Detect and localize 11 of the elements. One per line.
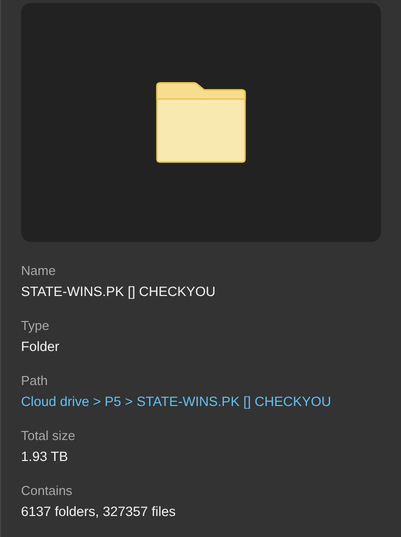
folder-icon <box>156 82 246 163</box>
property-label: Name <box>21 262 57 279</box>
property-label: Contains <box>21 482 74 499</box>
property-value: Folder <box>21 338 60 356</box>
property-value: STATE-WINS.PK [] CHECKYOU <box>21 283 217 301</box>
path-link[interactable]: Cloud drive > P5 > STATE-WINS.PK [] CHECKYOU <box>21 393 381 411</box>
property-label: Type <box>21 317 50 334</box>
property-value: 6137 folders, 327357 files <box>21 503 177 521</box>
property-value: 1.93 TB <box>21 448 70 466</box>
property-label: Path <box>21 372 49 389</box>
property-label: Total size <box>21 427 76 444</box>
